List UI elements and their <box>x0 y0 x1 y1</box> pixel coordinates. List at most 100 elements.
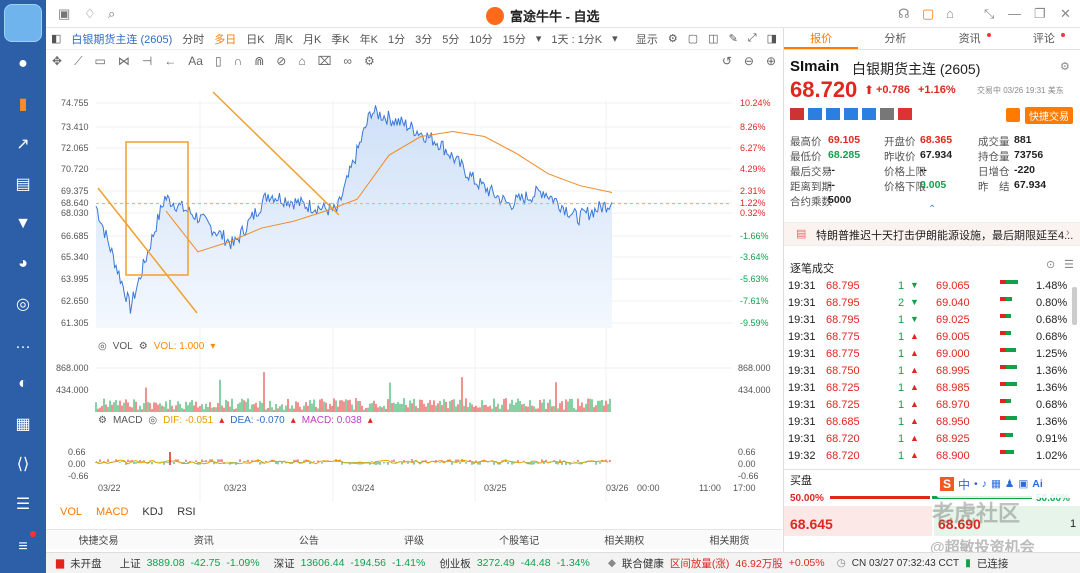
vol-setting[interactable]: VOL: 1.000 <box>154 341 205 352</box>
restore-icon[interactable]: ❐ <box>1034 6 1046 22</box>
instrument-name[interactable]: 白银期货主连 (2605) <box>71 31 172 47</box>
text-tool-icon[interactable]: Aa <box>188 54 203 68</box>
tick-row[interactable]: 19:31 68.795 2 ▼ 69.040 0.80% <box>788 296 1068 313</box>
note-tool-icon[interactable]: ▯ <box>215 54 222 68</box>
undo-icon[interactable]: ↺ <box>722 54 732 68</box>
bell-icon[interactable] <box>1006 108 1020 122</box>
arrow-tool-icon[interactable]: ← <box>164 54 176 68</box>
tick-row[interactable]: 19:31 68.750 1 ▲ 68.995 1.36% <box>788 364 1068 381</box>
bell-icon[interactable]: ♢ <box>84 6 96 22</box>
minimize-icon[interactable]: — <box>1008 6 1021 21</box>
close-icon[interactable]: ✕ <box>1060 6 1071 22</box>
sub-tab[interactable]: 相关期货 <box>677 532 782 547</box>
period-tab[interactable]: 分时 <box>182 31 204 47</box>
eye-icon[interactable]: ◎ <box>148 415 157 426</box>
user-icon[interactable]: ● <box>11 52 35 76</box>
crosshair-icon[interactable]: ✥ <box>52 54 62 68</box>
ticks-scrollbar[interactable] <box>1072 287 1077 325</box>
quote-tab[interactable]: 报价 <box>784 28 859 49</box>
edit-icon[interactable]: ✎ <box>729 32 738 45</box>
tick-row[interactable]: 19:31 68.725 1 ▲ 68.970 0.68% <box>788 398 1068 415</box>
tick-row[interactable]: 19:31 68.720 1 ▲ 68.925 0.91% <box>788 432 1068 449</box>
period-tab[interactable]: 15分 <box>503 31 526 47</box>
magnet-icon[interactable]: ∩ <box>234 54 243 68</box>
price-chart-svg[interactable]: 74.755 73.410 72.065 70.720 69.375 68.64068.0… <box>46 72 782 502</box>
favorite-icon[interactable] <box>898 108 912 120</box>
tag-icon[interactable] <box>808 108 822 120</box>
bag-icon[interactable]: ▢ <box>922 6 934 22</box>
quote-tab[interactable]: 分析 <box>858 28 932 49</box>
tick-row[interactable]: 19:32 68.720 1 ▲ 68.900 1.02% <box>788 449 1068 466</box>
tick-row[interactable]: 19:31 68.775 1 ▲ 69.000 1.25% <box>788 347 1068 364</box>
market-chart-icon[interactable]: ▮ <box>11 92 35 116</box>
chevron-right-icon[interactable]: › <box>1066 227 1070 239</box>
trend-icon[interactable]: ↗ <box>11 132 35 156</box>
code-icon[interactable]: ⟨⟩ <box>11 452 35 476</box>
ime-lang-icon[interactable]: 中 <box>958 476 970 493</box>
chevron-down-icon[interactable]: ▾ <box>210 341 215 352</box>
sub-tab[interactable]: 公告 <box>256 532 361 547</box>
sidebar-toggle-icon[interactable]: ◨ <box>767 32 777 45</box>
period-tab[interactable]: 1分 <box>388 31 405 47</box>
menu-icon[interactable]: ≡ <box>11 535 35 559</box>
sub-tab[interactable]: 资讯 <box>151 532 256 547</box>
shirt-icon[interactable]: ⌂ <box>946 6 954 21</box>
search-icon[interactable]: ⌕ <box>108 6 115 22</box>
tag-icon[interactable] <box>862 108 876 120</box>
quote-tab[interactable]: 资讯 <box>933 28 1007 49</box>
sh-label[interactable]: 上证 <box>120 556 141 571</box>
chevron-up-icon[interactable]: ⌃ <box>928 204 936 215</box>
snap-icon[interactable]: ⋒ <box>254 54 264 68</box>
sub-tab[interactable]: 快捷交易 <box>46 532 151 547</box>
window-list-icon[interactable]: ▣ <box>58 6 70 22</box>
panel-toggle-icon[interactable]: ◧ <box>51 32 61 45</box>
hide-icon[interactable]: ⊘ <box>276 54 286 68</box>
filter-icon[interactable]: ☰ <box>1064 258 1074 271</box>
period-tab[interactable]: 月K <box>303 31 321 47</box>
tick-row[interactable]: 19:31 68.685 1 ▲ 68.950 1.36% <box>788 415 1068 432</box>
zoom-in-icon[interactable]: ⊕ <box>766 54 776 68</box>
ime-punct-icon[interactable]: • <box>974 478 978 490</box>
more-icon[interactable]: ⊙ <box>1046 258 1055 271</box>
headset-icon[interactable]: ☊ <box>898 6 910 22</box>
layout-select[interactable]: 1天 : 1分K <box>551 31 602 47</box>
period-tab[interactable]: 10分 <box>469 31 492 47</box>
period-tab[interactable]: 周K <box>275 31 293 47</box>
eye-icon[interactable]: ◎ <box>98 341 107 352</box>
zoom-out-icon[interactable]: ⊖ <box>744 54 754 68</box>
period-tab[interactable]: 多日 <box>214 31 236 47</box>
sz-label[interactable]: 深证 <box>274 556 295 571</box>
sub-tab[interactable]: 评级 <box>361 532 466 547</box>
tag-icon[interactable] <box>826 108 840 120</box>
gear-icon[interactable]: ⚙ <box>364 54 375 68</box>
period-tab[interactable]: 年K <box>360 31 378 47</box>
settings-icon[interactable]: ⚙ <box>1060 60 1070 73</box>
indicator-tab[interactable]: MACD <box>96 506 128 518</box>
rect-tool-icon[interactable]: ▭ <box>94 54 105 68</box>
sogou-icon[interactable]: S <box>940 477 955 491</box>
game-icon[interactable]: ▦ <box>11 412 35 436</box>
gear-icon[interactable]: ⚙ <box>139 341 148 352</box>
ime-mic-icon[interactable]: ♪ <box>982 478 987 490</box>
ime-tools-icon[interactable]: ▣ <box>1018 478 1028 490</box>
sub-tab[interactable]: 相关期权 <box>572 532 677 547</box>
lock-icon[interactable]: ⌂ <box>298 54 305 68</box>
doc-icon[interactable]: ☰ <box>11 492 35 516</box>
quick-trade-button[interactable]: 快捷交易 <box>1025 107 1073 124</box>
settings-icon[interactable]: ⚙ <box>668 32 678 45</box>
quote-tab[interactable]: 评论 <box>1007 28 1080 49</box>
news-icon[interactable]: ◐ <box>11 372 35 396</box>
period-tab[interactable]: 5分 <box>442 31 459 47</box>
gear-icon[interactable]: ⚙ <box>98 415 107 426</box>
report-icon[interactable]: ▤ <box>11 172 35 196</box>
tick-row[interactable]: 19:31 68.725 1 ▲ 68.985 1.36% <box>788 381 1068 398</box>
health-name[interactable]: 联合健康 <box>622 556 664 571</box>
collapse-icon[interactable]: ⤡ <box>984 6 994 22</box>
filter-icon[interactable]: ▼ <box>11 212 35 236</box>
ime-skin-icon[interactable]: ♟ <box>1005 478 1014 490</box>
app-logo[interactable] <box>4 4 42 42</box>
tag-icon[interactable] <box>844 108 858 120</box>
cy-label[interactable]: 创业板 <box>439 556 471 571</box>
chart-area[interactable]: 74.755 73.410 72.065 70.720 69.375 68.640 68.0… <box>46 72 782 532</box>
tick-row[interactable]: 19:31 68.775 1 ▲ 69.005 0.68% <box>788 330 1068 347</box>
